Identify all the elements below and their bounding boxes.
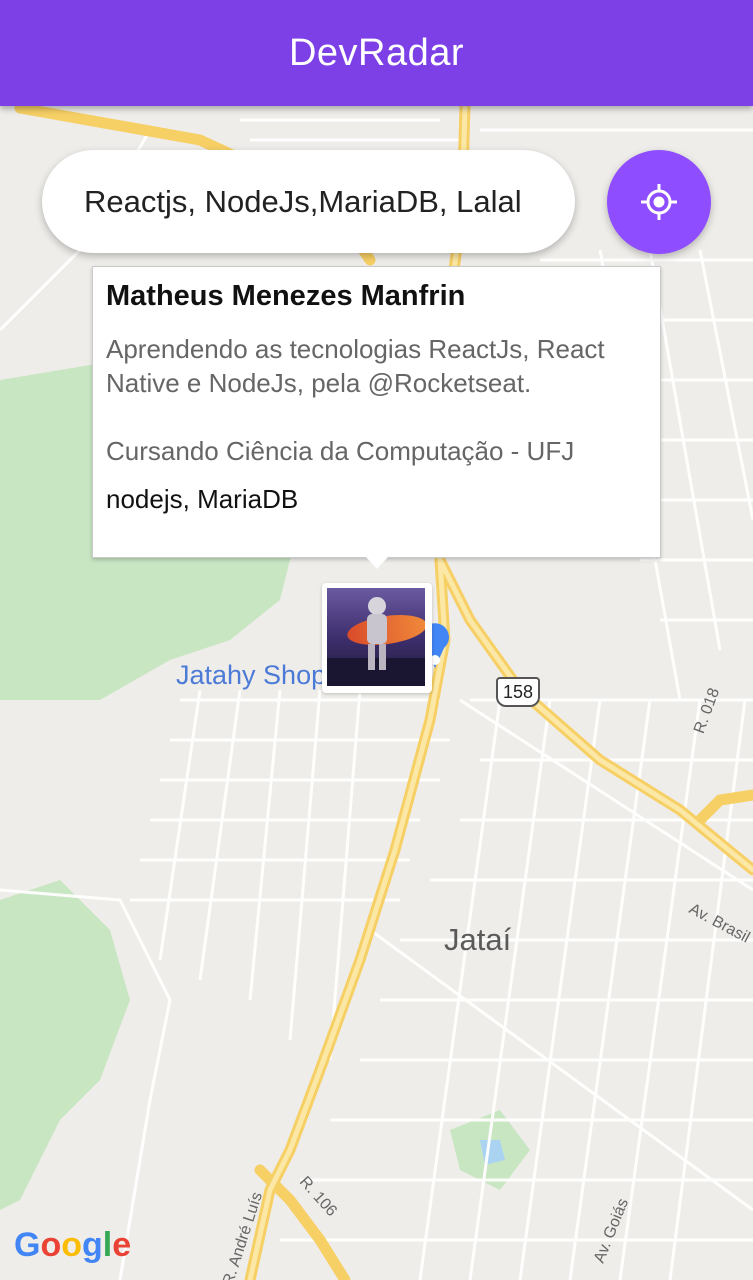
dev-bio: Aprendendo as tecnologias ReactJs, React… (106, 334, 605, 466)
dev-name: Matheus Menezes Manfrin (106, 280, 466, 312)
app-title: DevRadar (288, 31, 465, 74)
search-input[interactable] (42, 150, 575, 253)
locate-button[interactable] (607, 150, 711, 254)
callout-tail (366, 557, 388, 569)
dev-callout[interactable]: Matheus Menezes Manfrin Aprendendo as te… (92, 266, 661, 558)
app-header: DevRadar (0, 0, 753, 106)
avatar (327, 588, 425, 686)
search-box[interactable] (42, 150, 575, 253)
google-logo[interactable]: Google (14, 1226, 131, 1265)
my-location-icon (641, 184, 677, 220)
road-shield: 158 (496, 677, 540, 707)
dev-avatar-marker[interactable] (322, 583, 432, 693)
city-label: Jataí (444, 922, 512, 957)
dev-techs: nodejs, MariaDB (106, 484, 299, 514)
